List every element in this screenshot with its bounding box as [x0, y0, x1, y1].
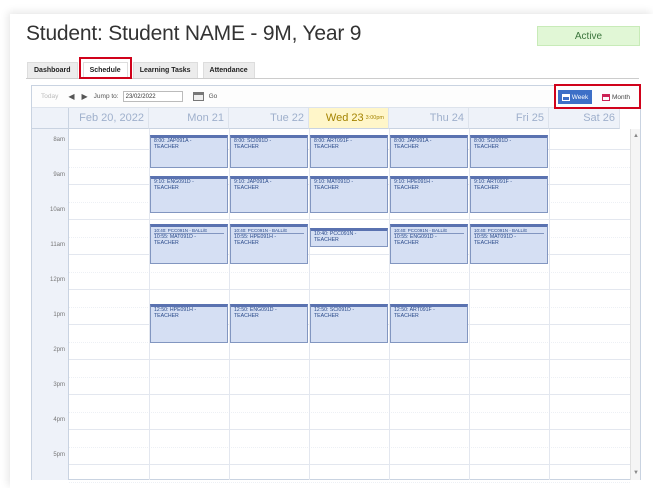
- today-button[interactable]: Today: [41, 93, 58, 100]
- time-label: 9am: [53, 172, 65, 178]
- event-teacher: TEACHER: [234, 313, 259, 320]
- half-hour-gridline: [69, 271, 630, 273]
- tab-bar: Dashboard Schedule Learning Tasks Attend…: [27, 62, 260, 78]
- header-corner: [32, 108, 69, 129]
- event-teacher: TEACHER: [154, 143, 179, 150]
- day-header-label: Fri 25: [515, 112, 544, 124]
- status-badge: Active: [537, 26, 640, 46]
- day-header-label: Mon 21: [187, 112, 224, 124]
- time-label: 8am: [53, 137, 65, 143]
- time-label: 11am: [50, 242, 65, 248]
- schedule-event[interactable]: 12:50: SCI091D - TEACHER: [310, 304, 388, 343]
- prev-week-icon[interactable]: ◀: [68, 92, 74, 101]
- day-header-label: Wed 23: [325, 112, 364, 124]
- schedule-event[interactable]: 10:40: PCC091N - BALL/E 10:55: HPE091H -T…: [230, 224, 308, 265]
- calendar-toolbar: Today ◀ ▶ Jump to: 23/02/2022 Go Week Mo…: [32, 86, 640, 108]
- event-teacher: TEACHER: [394, 143, 419, 150]
- highlight-view-buttons: [554, 84, 641, 109]
- schedule-event[interactable]: 9:10: ENG091D - TEACHER: [150, 175, 228, 214]
- event-teacher: TEACHER: [474, 240, 499, 247]
- event-teacher: TEACHER: [314, 184, 339, 191]
- hour-gridline: [69, 394, 630, 395]
- event-teacher: TEACHER: [234, 184, 259, 191]
- schedule-event[interactable]: 12:50: ART091F - TEACHER: [390, 304, 468, 343]
- hour-gridline: [69, 219, 630, 220]
- tab-attendance[interactable]: Attendance: [202, 62, 255, 78]
- go-button[interactable]: Go: [209, 93, 218, 100]
- event-teacher: TEACHER: [474, 143, 499, 150]
- schedule-event[interactable]: 8:00: JAP091A - TEACHER: [150, 135, 228, 168]
- schedule-event[interactable]: 8:00: ART091F - TEACHER: [310, 135, 388, 168]
- hour-gridline: [69, 289, 630, 290]
- schedule-event[interactable]: 9:10: JAP091A - TEACHER: [230, 175, 308, 214]
- day-header-label: Feb 20, 2022: [79, 112, 144, 124]
- date-picker-icon[interactable]: [192, 92, 204, 101]
- jump-date-input[interactable]: 23/02/2022: [122, 91, 183, 102]
- day-header-label: Thu 24: [429, 112, 464, 124]
- event-teacher: TEACHER: [154, 313, 179, 320]
- day-header-label: Tue 22: [270, 112, 304, 124]
- calendar: Today ◀ ▶ Jump to: 23/02/2022 Go Week Mo…: [31, 85, 641, 483]
- half-hour-gridline: [69, 481, 630, 483]
- day-header[interactable]: Tue 22: [229, 108, 309, 129]
- time-label: 1pm: [53, 312, 65, 318]
- day-header[interactable]: Sat 26: [549, 108, 620, 129]
- day-header[interactable]: Mon 21: [149, 108, 229, 129]
- highlight-schedule-tab: [79, 57, 132, 79]
- page-title: Student: Student NAME - 9M, Year 9: [26, 22, 362, 45]
- schedule-event[interactable]: 8:00: SCI091D - TEACHER: [230, 135, 308, 168]
- hour-gridline: [69, 464, 630, 465]
- time-label: 5pm: [53, 452, 65, 458]
- next-week-icon[interactable]: ▶: [82, 92, 88, 101]
- hour-gridline: [69, 359, 630, 360]
- half-hour-gridline: [69, 376, 630, 378]
- hour-gridline: [69, 429, 630, 430]
- event-teacher: TEACHER: [154, 240, 179, 247]
- schedule-event[interactable]: 10:40: PCC091N - BALL/E 10:55: MAT091D -T…: [470, 224, 548, 265]
- scroll-down-icon[interactable]: ▼: [633, 470, 639, 476]
- schedule-event[interactable]: 12:50: HPE091H - TEACHER: [150, 304, 228, 343]
- schedule-event[interactable]: 9:10: ART091F - TEACHER: [470, 175, 548, 214]
- time-label: 12pm: [49, 277, 65, 283]
- day-gridline: [549, 129, 550, 480]
- event-teacher: TEACHER: [394, 240, 419, 247]
- event-teacher: TEACHER: [234, 143, 259, 150]
- event-teacher: TEACHER: [314, 237, 339, 244]
- half-hour-gridline: [69, 446, 630, 448]
- schedule-event[interactable]: 10:40: PCC091N - BALL/E 10:55: MAT091D -T…: [150, 224, 228, 265]
- event-teacher: TEACHER: [154, 184, 179, 191]
- schedule-event[interactable]: 9:10: MAT091D - TEACHER: [310, 175, 388, 214]
- schedule-event[interactable]: 10:40: PCC091N - BALL/E 10:55: ENG091D -T…: [390, 224, 468, 265]
- scrollbar[interactable]: ▲ ▼: [630, 129, 640, 480]
- day-header[interactable]: Fri 25: [469, 108, 549, 129]
- day-header-label: Sat 26: [583, 112, 615, 124]
- time-label: 3pm: [53, 382, 65, 388]
- day-header[interactable]: Feb 20, 2022: [69, 108, 149, 129]
- time-label: 4pm: [53, 417, 65, 423]
- day-header[interactable]: Thu 24: [389, 108, 469, 129]
- event-teacher: TEACHER: [474, 184, 499, 191]
- event-teacher: TEACHER: [314, 143, 339, 150]
- schedule-event[interactable]: 10:40: PCC091N - TEACHER: [310, 228, 388, 247]
- event-teacher: TEACHER: [234, 240, 259, 247]
- schedule-event[interactable]: 8:00: JAP091A - TEACHER: [390, 135, 468, 168]
- event-teacher: TEACHER: [314, 313, 339, 320]
- time-label: 2pm: [53, 347, 65, 353]
- scroll-up-icon[interactable]: ▲: [633, 133, 639, 139]
- event-teacher: TEACHER: [394, 313, 419, 320]
- tab-dashboard[interactable]: Dashboard: [27, 62, 78, 78]
- tab-learning-tasks[interactable]: Learning Tasks: [132, 62, 198, 78]
- event-teacher: TEACHER: [394, 184, 419, 191]
- schedule-event[interactable]: 12:50: ENG091D - TEACHER: [230, 304, 308, 343]
- time-label: 10am: [49, 207, 65, 213]
- schedule-event[interactable]: 8:00: SCI091D - TEACHER: [470, 135, 548, 168]
- day-header[interactable]: Wed 23 3:00pm: [309, 108, 389, 129]
- time-column: 8am 9am 10am 11am 12pm 1pm 2pm 3pm 4pm 5pm: [32, 129, 69, 480]
- day-header-note: 3:00pm: [365, 115, 384, 121]
- half-hour-gridline: [69, 411, 630, 413]
- jump-to-label: Jump to:: [93, 93, 119, 100]
- schedule-event[interactable]: 9:10: HPE091H - TEACHER: [390, 175, 468, 214]
